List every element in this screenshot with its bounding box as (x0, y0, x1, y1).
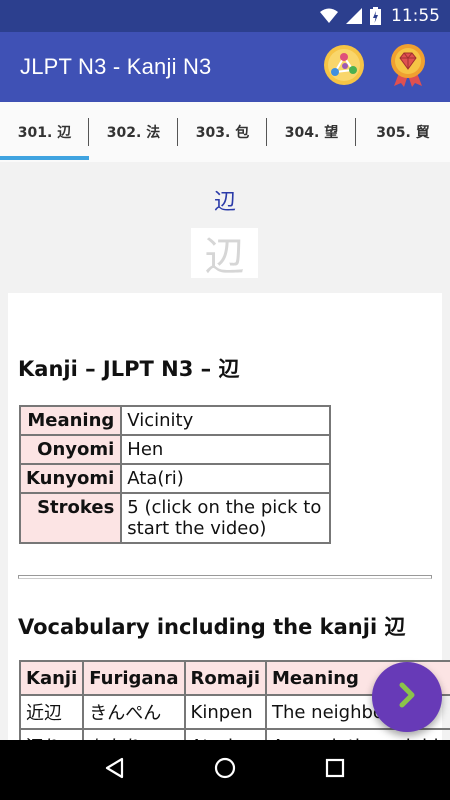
tab-label: 304. 望 (284, 125, 339, 141)
vocab-cell: きんぺん (82, 694, 186, 730)
info-label: Onyomi (18, 434, 123, 465)
info-label: Strokes (18, 492, 123, 544)
badge-button[interactable] (386, 43, 430, 91)
stroke-video-thumbnail[interactable]: 辺 (191, 228, 258, 280)
info-value: Hen (120, 434, 331, 465)
signal-icon (346, 8, 362, 24)
nav-back-button[interactable] (95, 750, 135, 790)
tab-302[interactable]: 302. 法 (89, 102, 178, 162)
chevron-right-icon (392, 680, 422, 714)
kanji-content[interactable]: 辺 辺 Kanji – JLPT N3 – 辺 Meaning Vicinity… (0, 162, 450, 756)
card-title: Kanji – JLPT N3 – 辺 (18, 357, 240, 381)
system-nav-bar (0, 740, 450, 800)
badge-icon (387, 43, 429, 91)
tab-indicator (0, 156, 89, 160)
tab-305[interactable]: 305. 貿 (356, 102, 450, 162)
vocab-header-cell: Kanji (18, 660, 85, 696)
nav-recents-button[interactable] (315, 750, 355, 790)
info-row-meaning: Meaning Vicinity (18, 405, 331, 436)
info-label: Kunyomi (18, 463, 123, 494)
app-bar: JLPT N3 - Kanji N3 (0, 32, 450, 102)
tab-label: 305. 貿 (376, 125, 430, 141)
home-icon (213, 756, 237, 784)
info-row-onyomi: Onyomi Hen (18, 434, 331, 465)
battery-icon (370, 7, 381, 25)
tab-304[interactable]: 304. 望 (267, 102, 356, 162)
info-row-strokes: Strokes 5 (click on the pick to start th… (18, 492, 331, 544)
kanji-image-glyph: 辺 (204, 234, 245, 280)
info-value: Vicinity (120, 405, 331, 436)
status-bar: 11:55 (0, 0, 450, 32)
app-title: JLPT N3 - Kanji N3 (20, 54, 212, 79)
vocab-header-cell: Romaji (183, 660, 267, 696)
kanji-heading: 辺 (213, 190, 236, 215)
wifi-icon (320, 8, 338, 24)
tab-label: 303. 包 (195, 125, 250, 141)
recents-icon (324, 757, 346, 783)
vocab-cell: 近辺 (18, 694, 85, 730)
tab-301[interactable]: 301. 辺 (0, 102, 89, 162)
tab-303[interactable]: 303. 包 (178, 102, 267, 162)
section-divider (18, 575, 432, 579)
quiz-button[interactable] (322, 45, 366, 89)
next-kanji-button[interactable] (372, 662, 442, 732)
back-icon (103, 756, 127, 784)
quiz-icon (323, 44, 365, 90)
status-time: 11:55 (391, 6, 440, 26)
info-label: Meaning (18, 405, 123, 436)
kanji-tabs: 301. 辺 302. 法 303. 包 304. 望 305. 貿 (0, 102, 450, 162)
vocab-title: Vocabulary including the kanji 辺 (18, 615, 406, 639)
kanji-info-table: Meaning Vicinity Onyomi Hen Kunyomi Ata(… (18, 405, 331, 544)
info-row-kunyomi: Kunyomi Ata(ri) (18, 463, 331, 494)
vocab-cell: Kinpen (183, 694, 267, 730)
info-value: Ata(ri) (120, 463, 331, 494)
tab-label: 301. 辺 (17, 125, 72, 141)
info-value: 5 (click on the pick to start the video) (120, 492, 331, 544)
nav-home-button[interactable] (205, 750, 245, 790)
vocab-header-cell: Furigana (82, 660, 186, 696)
tab-label: 302. 法 (106, 125, 161, 141)
